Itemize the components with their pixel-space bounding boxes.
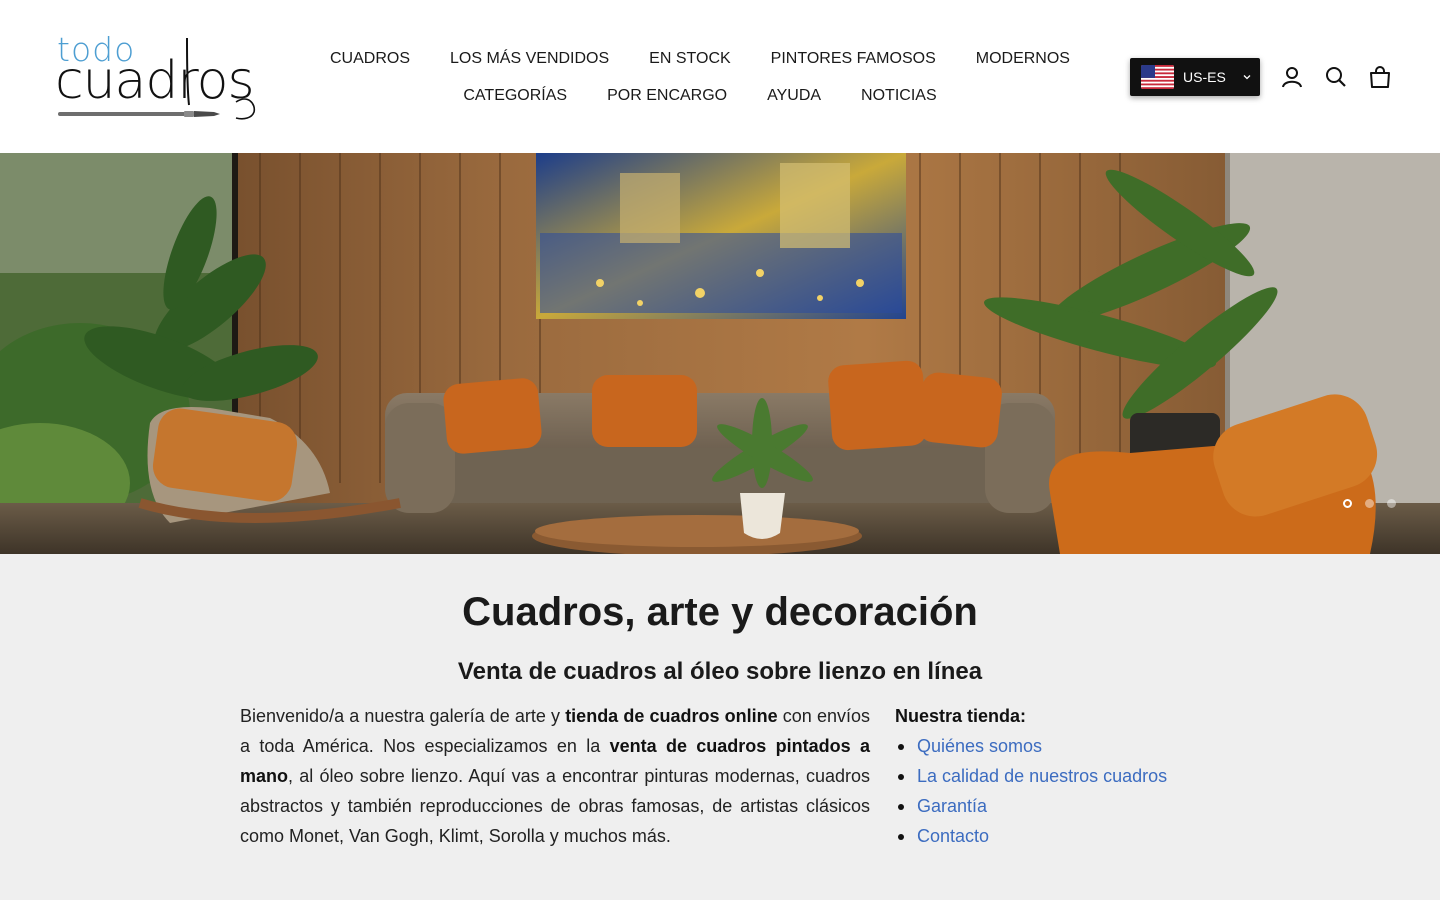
nav-item-mas-vendidos[interactable]: LOS MÁS VENDIDOS <box>450 50 609 68</box>
list-item: La calidad de nuestros cuadros <box>895 761 1215 791</box>
link-garantia[interactable]: Garantía <box>917 796 987 816</box>
nav-row-2: CATEGORÍAS POR ENCARGO AYUDA NOTICIAS <box>300 77 1100 114</box>
site-logo[interactable]: todo cuadros <box>55 30 262 124</box>
nav-item-por-encargo[interactable]: POR ENCARGO <box>607 87 727 105</box>
link-contacto[interactable]: Contacto <box>917 826 989 846</box>
locale-label: US-ES <box>1183 69 1226 85</box>
store-link-list: Quiénes somos La calidad de nuestros cua… <box>895 731 1215 851</box>
nav-item-pintores-famosos[interactable]: PINTORES FAMOSOS <box>771 50 936 68</box>
nav-item-modernos[interactable]: MODERNOS <box>976 50 1070 68</box>
intro-text-3: , al óleo sobre lienzo. Aquí vas a encon… <box>240 766 870 846</box>
nav-item-categorias[interactable]: CATEGORÍAS <box>463 87 567 105</box>
hero-image <box>0 153 1440 554</box>
intro-paragraph: Bienvenido/a a nuestra galería de arte y… <box>240 701 870 851</box>
nav-item-cuadros[interactable]: CUADROS <box>330 50 410 68</box>
intro-bold-1: tienda de cuadros online <box>565 706 778 726</box>
search-icon[interactable] <box>1323 64 1349 90</box>
store-links: Nuestra tienda: Quiénes somos La calidad… <box>895 701 1215 851</box>
store-heading: Nuestra tienda: <box>895 706 1027 726</box>
carousel-dot-3[interactable] <box>1387 499 1396 508</box>
page-subtitle: Venta de cuadros al óleo sobre lienzo en… <box>457 658 983 685</box>
list-item: Contacto <box>895 821 1215 851</box>
nav-item-ayuda[interactable]: AYUDA <box>767 87 821 105</box>
nav-item-en-stock[interactable]: EN STOCK <box>649 50 731 68</box>
list-item: Quiénes somos <box>895 731 1215 761</box>
logo-brush-icon <box>58 37 256 120</box>
list-item: Garantía <box>895 791 1215 821</box>
us-flag-icon <box>1141 65 1174 89</box>
carousel-dot-1[interactable] <box>1343 499 1352 508</box>
main-nav: CUADROS LOS MÁS VENDIDOS EN STOCK PINTOR… <box>300 40 1100 114</box>
nav-item-noticias[interactable]: NOTICIAS <box>861 87 937 105</box>
nav-row-1: CUADROS LOS MÁS VENDIDOS EN STOCK PINTOR… <box>300 40 1100 77</box>
site-header: todo cuadros CUADROS LOS MÁS VENDIDOS EN… <box>0 0 1440 153</box>
intro-text-1: Bienvenido/a a nuestra galería de arte y <box>240 706 566 726</box>
link-calidad[interactable]: La calidad de nuestros cuadros <box>917 766 1167 786</box>
page-title: Cuadros, arte y decoración <box>462 590 978 634</box>
hero-banner[interactable] <box>0 153 1440 554</box>
cart-bag-icon[interactable] <box>1367 64 1393 90</box>
carousel-dot-2[interactable] <box>1365 499 1374 508</box>
link-quienes-somos[interactable]: Quiénes somos <box>917 736 1042 756</box>
locale-selector[interactable]: US-ES <box>1130 58 1260 96</box>
chevron-down-icon <box>1243 75 1251 80</box>
account-icon[interactable] <box>1279 64 1305 90</box>
carousel-dots <box>1343 499 1396 508</box>
intro-section: Cuadros, arte y decoración Venta de cuad… <box>0 554 1440 900</box>
